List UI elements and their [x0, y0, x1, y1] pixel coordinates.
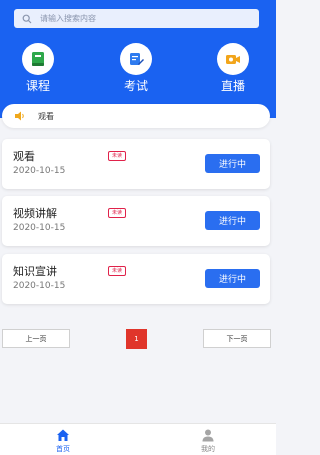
in-progress-button[interactable]: 进行中: [205, 269, 260, 288]
speaker-icon: [15, 111, 24, 121]
home-icon: [57, 429, 69, 441]
tab-home-label: 首页: [56, 445, 70, 453]
current-page-number[interactable]: 1: [126, 329, 147, 349]
course-title: 观看: [13, 150, 35, 163]
bottom-tab-bar: 首页 我的: [0, 423, 276, 455]
category-row: 课程 考试 直播: [0, 43, 276, 93]
course-title: 知识宣讲: [13, 265, 57, 278]
category-course-label: 课程: [25, 79, 50, 93]
category-live[interactable]: 直播: [203, 43, 263, 94]
search-placeholder: 请输入搜索内容: [40, 14, 96, 23]
course-card[interactable]: 观看 2020-10-15 未读 进行中: [2, 139, 270, 189]
unread-badge: 未读: [108, 151, 127, 161]
category-live-circle: [217, 43, 249, 75]
notice-bar[interactable]: 观看: [2, 104, 270, 128]
next-page-button[interactable]: 下一页: [203, 329, 271, 348]
in-progress-button[interactable]: 进行中: [205, 211, 260, 230]
category-exam-circle: [120, 43, 152, 75]
unread-badge: 未读: [108, 208, 127, 218]
course-card[interactable]: 知识宣讲 2020-10-15 未读 进行中: [2, 254, 270, 304]
category-exam-label: 考试: [123, 79, 148, 93]
course-date: 2020-10-15: [13, 281, 66, 291]
notice-text: 观看: [38, 111, 54, 121]
unread-badge: 未读: [108, 266, 127, 276]
course-card[interactable]: 视频讲解 2020-10-15 未读 进行中: [2, 196, 270, 246]
in-progress-button[interactable]: 进行中: [205, 154, 260, 173]
search-icon: [22, 14, 32, 23]
user-icon: [202, 429, 214, 442]
category-live-label: 直播: [220, 79, 245, 93]
exam-edit-icon: [130, 53, 144, 65]
course-title: 视频讲解: [13, 207, 57, 220]
header-banner: 请输入搜索内容 课程 考试 直播: [0, 0, 276, 118]
course-date: 2020-10-15: [13, 223, 66, 233]
course-date: 2020-10-15: [13, 166, 66, 176]
tab-home[interactable]: 首页: [43, 428, 83, 454]
search-bar[interactable]: 请输入搜索内容: [14, 9, 259, 28]
live-video-icon: [226, 55, 240, 64]
category-exam[interactable]: 考试: [106, 43, 166, 94]
book-icon: [32, 52, 44, 66]
tab-mine-label: 我的: [201, 445, 215, 453]
category-course[interactable]: 课程: [8, 43, 68, 94]
category-course-circle: [22, 43, 54, 75]
tab-mine[interactable]: 我的: [188, 428, 228, 454]
prev-page-button[interactable]: 上一页: [2, 329, 70, 348]
